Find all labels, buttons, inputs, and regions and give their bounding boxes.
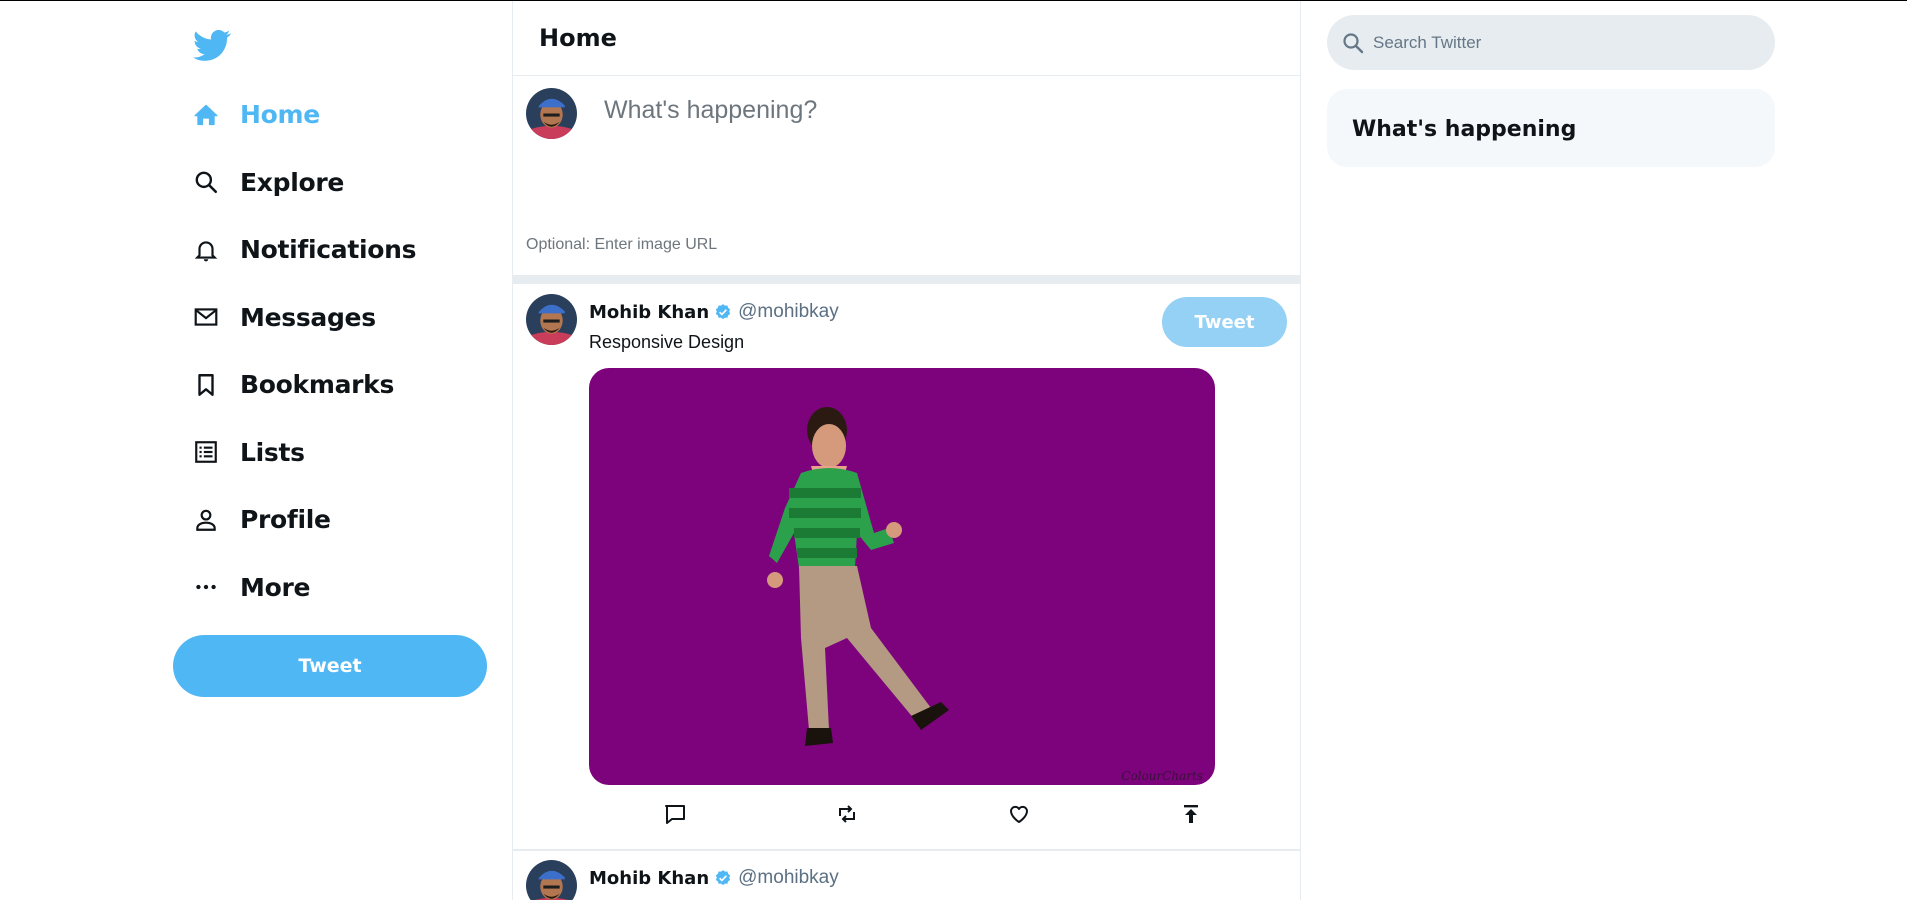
sidebar-item-bookmarks[interactable]: Bookmarks <box>192 351 416 419</box>
dancing-man-image <box>767 407 949 746</box>
list-icon <box>192 438 220 466</box>
sidebar-item-messages[interactable]: Messages <box>192 284 416 352</box>
post-handle[interactable]: @mohibkay <box>738 867 839 889</box>
sidebar-item-label: Explore <box>240 167 345 197</box>
mail-icon <box>192 303 220 331</box>
post-display-name[interactable]: Mohib Khan <box>589 868 709 889</box>
search-icon <box>1343 32 1364 53</box>
sidebar-item-home[interactable]: Home <box>192 81 416 149</box>
sidebar-tweet-button[interactable]: Tweet <box>173 635 487 697</box>
post-header: Mohib Khan @mohibkay <box>589 867 839 889</box>
more-icon <box>192 573 220 601</box>
bookmark-icon <box>192 371 220 399</box>
post: Mohib Khan @mohibkay Responsive Design C… <box>513 284 1300 850</box>
tweetbox: Tweet <box>513 76 1300 347</box>
sidebar-item-label: Messages <box>240 302 376 332</box>
sidebar-item-explore[interactable]: Explore <box>192 149 416 217</box>
post-text: Responsive Design <box>589 332 745 352</box>
like-icon[interactable] <box>1005 800 1033 828</box>
search-input[interactable] <box>1373 32 1753 53</box>
search-bar[interactable] <box>1327 15 1775 70</box>
tweet-text-input[interactable] <box>604 96 1164 125</box>
feed-header: Home <box>513 1 1300 76</box>
sidebar: Home Explore Notifications Messages Book… <box>0 1 513 900</box>
reply-icon[interactable] <box>661 800 689 828</box>
avatar[interactable] <box>526 88 577 139</box>
bell-icon <box>192 236 220 264</box>
sidebar-nav: Home Explore Notifications Messages Book… <box>192 81 417 622</box>
verified-badge-icon <box>716 304 731 320</box>
sidebar-item-label: Bookmarks <box>240 370 395 400</box>
home-icon <box>192 101 220 129</box>
post-display-name[interactable]: Mohib Khan <box>589 302 709 323</box>
twitter-bird-icon[interactable] <box>193 26 231 64</box>
avatar[interactable] <box>526 860 577 900</box>
sidebar-item-label: Notifications <box>240 235 417 265</box>
sidebar-item-more[interactable]: More <box>192 554 416 622</box>
retweet-icon[interactable] <box>833 800 861 828</box>
sidebar-item-label: More <box>240 572 311 602</box>
page-title: Home <box>539 24 617 52</box>
sidebar-item-label: Home <box>240 100 320 130</box>
share-icon[interactable] <box>1177 800 1205 828</box>
post-actions <box>589 800 1215 830</box>
widgets: What's happening <box>1301 1 1907 900</box>
media-credit: ColourCharts <box>1121 769 1203 783</box>
post-handle[interactable]: @mohibkay <box>738 301 839 323</box>
person-icon <box>192 506 220 534</box>
sidebar-item-lists[interactable]: Lists <box>192 419 416 487</box>
search-icon <box>192 168 220 196</box>
avatar[interactable] <box>526 294 577 345</box>
verified-badge-icon <box>716 870 731 886</box>
post-media[interactable]: ColourCharts <box>589 368 1215 785</box>
feed: Home Tweet <box>513 1 1301 900</box>
sidebar-item-label: Lists <box>240 437 305 467</box>
post: Mohib Khan @mohibkay <box>513 850 1300 900</box>
whats-happening-title: What's happening <box>1352 117 1577 142</box>
sidebar-item-profile[interactable]: Profile <box>192 486 416 554</box>
image-url-input[interactable] <box>526 236 926 254</box>
sidebar-item-label: Profile <box>240 505 331 535</box>
sidebar-item-notifications[interactable]: Notifications <box>192 216 417 284</box>
whats-happening-panel: What's happening <box>1327 89 1775 167</box>
post-header: Mohib Khan @mohibkay <box>589 301 839 323</box>
